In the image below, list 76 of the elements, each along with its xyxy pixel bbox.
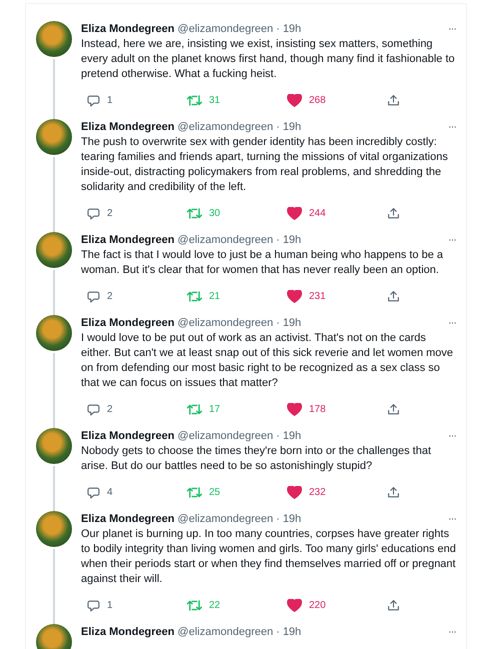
reply-icon[interactable] [87, 598, 100, 612]
share-icon[interactable] [387, 290, 400, 302]
more-button[interactable]: ··· [448, 234, 456, 246]
like-count: 232 [309, 486, 326, 498]
like-count: 178 [309, 404, 326, 414]
heart-icon[interactable] [287, 206, 302, 220]
timestamp[interactable]: · 19h [276, 121, 302, 133]
timestamp[interactable]: · 19h [276, 626, 302, 638]
tweet-text: I would love to be put out of work as an activist. That's not on the cards either. But can't we at least snap out of this sick reverie and let women move on from defending our most basic right to be recognized as a sex class so that we can focus on issues that matter? [81, 331, 454, 391]
retweet-count: 22 [209, 600, 220, 610]
retweet-count: 17 [209, 404, 220, 414]
author-name[interactable]: Eliza Mondegreen [81, 626, 175, 638]
reply-count: 1 [107, 94, 113, 106]
timestamp[interactable]: · 19h [276, 234, 302, 246]
reply-icon[interactable] [87, 94, 100, 106]
avatar[interactable] [36, 511, 72, 547]
author-name[interactable]: Eliza Mondegreen [81, 23, 175, 35]
like-count: 268 [309, 94, 326, 106]
author-handle[interactable]: @elizamondegreen [178, 317, 274, 329]
reply-count: 2 [107, 290, 113, 302]
reply-count: 2 [107, 404, 113, 414]
author-handle[interactable]: @elizamondegreen [178, 121, 274, 133]
more-button[interactable]: ··· [448, 317, 456, 329]
retweet-count: 21 [209, 290, 220, 302]
tweet-text: Instead, here we are, insisting we exist, insisting sex matters, something every adult on the planet knows first hand, though many find it fashionable to pretend otherwise. What a fucking heist. [81, 37, 456, 82]
author-name[interactable]: Eliza Mondegreen [81, 430, 175, 442]
like-count: 244 [309, 208, 326, 218]
tweet-text: The push to overwrite sex with gender identity has been incredibly costly: tearing families and friends apart, turning the missions of vital organizations inside-out, distracting policymakers from real problems, and shredding the solidarity and credibility of the left. [81, 135, 449, 195]
retweet-count: 30 [209, 208, 220, 218]
timestamp[interactable]: · 19h [276, 23, 302, 35]
share-icon[interactable] [387, 402, 400, 416]
avatar[interactable] [36, 119, 72, 155]
more-button[interactable]: ··· [448, 430, 456, 442]
like-count: 231 [309, 290, 326, 302]
retweet-count: 31 [209, 94, 220, 106]
reply-icon[interactable] [87, 486, 100, 498]
timestamp[interactable]: · 19h [276, 430, 302, 442]
author-name[interactable]: Eliza Mondegreen [81, 121, 175, 133]
share-icon[interactable] [387, 94, 400, 106]
avatar[interactable] [36, 21, 72, 57]
author-name[interactable]: Eliza Mondegreen [81, 513, 175, 525]
heart-icon[interactable] [287, 94, 302, 106]
author-name[interactable]: Eliza Mondegreen [81, 317, 175, 329]
avatar[interactable] [36, 428, 72, 464]
like-count: 220 [309, 600, 326, 610]
share-icon[interactable] [387, 206, 400, 220]
avatar[interactable] [36, 315, 72, 351]
retweet-count: 25 [209, 486, 220, 498]
author-handle[interactable]: @elizamondegreen [178, 23, 274, 35]
heart-icon[interactable] [287, 290, 302, 302]
share-icon[interactable] [387, 598, 400, 612]
heart-icon[interactable] [287, 598, 302, 612]
author-handle[interactable]: @elizamondegreen [178, 430, 274, 442]
more-button[interactable]: ··· [448, 23, 456, 35]
tweet-text: Our planet is burning up. In too many countries, corpses have greater rights to bodily integrity than living women and girls. Too many girls' educations end when their periods start or when they find themselves married off or pregnant against their will. [81, 527, 456, 587]
author-handle[interactable]: @elizamondegreen [178, 626, 274, 638]
more-button[interactable]: ··· [448, 121, 456, 133]
more-button[interactable]: ··· [448, 513, 456, 525]
share-icon[interactable] [387, 486, 400, 498]
timestamp[interactable]: · 19h [276, 513, 302, 525]
author-handle[interactable]: @elizamondegreen [178, 234, 274, 246]
reply-count: 4 [107, 486, 113, 498]
reply-icon[interactable] [87, 402, 100, 416]
author-handle[interactable]: @elizamondegreen [178, 513, 274, 525]
heart-icon[interactable] [287, 402, 302, 416]
tweet-text: The fact is that I would love to just be a human being who happens to be a woman. But it's clear that for women that has never really been an option. [81, 248, 444, 278]
reply-count: 1 [107, 600, 113, 610]
reply-icon[interactable] [87, 206, 100, 220]
avatar[interactable] [36, 232, 72, 268]
timestamp[interactable]: · 19h [276, 317, 302, 329]
reply-count: 2 [107, 208, 113, 218]
reply-icon[interactable] [87, 290, 100, 302]
tweet-text: Nobody gets to choose the times they're born into or the challenges that arise. But do our battles need to be so astonishingly stupid? [81, 444, 432, 474]
heart-icon[interactable] [287, 486, 302, 498]
author-name[interactable]: Eliza Mondegreen [81, 234, 175, 246]
more-button[interactable]: ··· [448, 626, 456, 638]
